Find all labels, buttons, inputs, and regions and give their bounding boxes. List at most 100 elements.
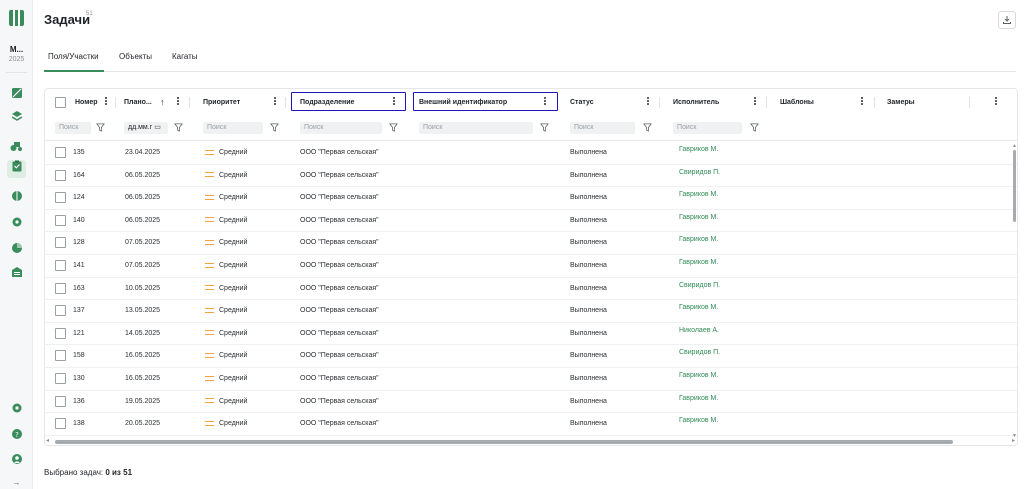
table-row[interactable]: 135 23.04.2025 Средний ООО "Первая сельская… [45, 139, 1017, 165]
leaf-icon[interactable] [10, 190, 23, 203]
tab-kagaty[interactable]: Кагаты [172, 52, 198, 61]
cell-assignee[interactable]: Гавриков М. [679, 410, 718, 432]
column-menu-icon[interactable] [860, 97, 864, 107]
column-resizer[interactable] [115, 97, 116, 108]
warehouse-icon[interactable] [10, 266, 23, 279]
scroll-left-arrow-icon[interactable]: ◂ [46, 437, 49, 444]
column-header-assignee[interactable]: Исполнитель [673, 89, 719, 115]
pie-chart-icon[interactable] [10, 242, 23, 255]
row-checkbox[interactable] [55, 282, 66, 294]
column-resizer[interactable] [969, 97, 970, 108]
sort-ascending-icon[interactable]: ↑ [160, 89, 165, 115]
scroll-up-arrow-icon[interactable]: ▲ [1012, 143, 1017, 149]
expand-icon[interactable]: → [10, 478, 23, 489]
filter-date-input[interactable]: дд.мм.г ▭ [124, 122, 168, 134]
table-row[interactable]: 163 10.05.2025 Средний ООО "Первая сельская… [45, 275, 1017, 301]
filter-icon[interactable] [643, 123, 652, 132]
cell-assignee[interactable]: Гавриков М. [679, 139, 718, 161]
row-checkbox[interactable] [55, 305, 66, 317]
tab-fields[interactable]: Поля/Участки [48, 52, 99, 61]
app-logo-icon[interactable] [9, 10, 24, 26]
table-row[interactable]: 164 06.05.2025 Средний ООО "Первая сельская… [45, 162, 1017, 188]
cell-assignee[interactable]: Свиридов П. [679, 275, 720, 297]
cell-assignee[interactable]: Гавриков М. [679, 207, 718, 229]
tasks-icon[interactable] [7, 160, 26, 178]
cell-assignee[interactable]: Гавриков М. [679, 297, 718, 319]
cell-assignee[interactable]: Гавриков М. [679, 252, 718, 274]
filter-icon[interactable] [540, 123, 549, 132]
table-row[interactable]: 128 07.05.2025 Средний ООО "Первая сельская… [45, 229, 1017, 255]
table-row[interactable]: 141 07.05.2025 Средний ООО "Первая сельская… [45, 252, 1017, 278]
filter-icon[interactable] [96, 123, 105, 132]
calendar-icon[interactable]: ▭ [154, 124, 161, 131]
cell-assignee[interactable]: Гавриков М. [679, 229, 718, 251]
table-row[interactable]: 124 06.05.2025 Средний ООО "Первая сельская… [45, 184, 1017, 210]
row-checkbox[interactable] [55, 327, 66, 339]
scroll-right-arrow-icon[interactable]: ▸ [1012, 437, 1015, 444]
row-checkbox[interactable] [55, 192, 66, 204]
filter-icon[interactable] [389, 123, 398, 132]
column-menu-icon[interactable] [994, 97, 998, 107]
filter-external-id-input[interactable]: Поиск [419, 122, 533, 134]
row-checkbox[interactable] [55, 350, 66, 362]
column-header-measurements[interactable]: Замеры [887, 89, 915, 115]
fields-icon[interactable] [10, 87, 23, 100]
column-menu-icon[interactable] [646, 97, 650, 107]
row-checkbox[interactable] [55, 395, 66, 407]
gear-icon[interactable] [10, 216, 23, 229]
column-header-division[interactable]: Подразделение [300, 89, 354, 115]
filter-number-input[interactable]: Поиск [55, 122, 91, 134]
table-row[interactable]: 121 14.05.2025 Средний ООО "Первая сельская… [45, 320, 1017, 346]
column-header-planned[interactable]: Плано... [124, 89, 152, 115]
row-checkbox[interactable] [55, 214, 66, 226]
column-header-templates[interactable]: Шаблоны [780, 89, 814, 115]
select-all-checkbox[interactable] [55, 97, 66, 108]
horizontal-scrollbar[interactable] [55, 440, 953, 444]
user-icon[interactable] [10, 453, 23, 466]
cell-assignee[interactable]: Гавриков М. [679, 184, 718, 206]
table-row[interactable]: 136 19.05.2025 Средний ООО "Первая сельская… [45, 388, 1017, 414]
row-checkbox[interactable] [55, 147, 66, 158]
column-menu-icon[interactable] [176, 97, 180, 107]
column-header-number[interactable]: Номер [75, 89, 98, 115]
cell-assignee[interactable]: Николаев А. [679, 320, 719, 342]
filter-icon[interactable] [750, 123, 759, 132]
organization-switcher[interactable]: М... 2025 [0, 44, 33, 65]
column-menu-icon[interactable] [273, 97, 277, 107]
cell-assignee[interactable]: Свиридов П. [679, 162, 720, 184]
filter-priority-input[interactable]: Поиск [203, 122, 263, 134]
vertical-scrollbar[interactable] [1013, 150, 1016, 222]
table-row[interactable]: 138 20.05.2025 Средний ООО "Первая сельская… [45, 410, 1017, 436]
column-menu-icon[interactable] [104, 97, 108, 107]
filter-icon[interactable] [270, 123, 279, 132]
row-checkbox[interactable] [55, 260, 66, 271]
column-menu-icon[interactable] [392, 97, 396, 107]
column-menu-icon[interactable] [753, 97, 757, 107]
column-header-status[interactable]: Статус [570, 89, 594, 115]
cell-assignee[interactable]: Свиридов П. [679, 342, 720, 364]
machinery-icon[interactable] [10, 140, 23, 153]
column-resizer[interactable] [189, 97, 190, 108]
row-checkbox[interactable] [55, 237, 66, 249]
cell-assignee[interactable]: Гавриков М. [679, 365, 718, 387]
filter-icon[interactable] [174, 123, 183, 132]
table-row[interactable]: 137 13.05.2025 Средний ООО "Первая сельская… [45, 297, 1017, 323]
row-checkbox[interactable] [55, 169, 66, 181]
row-checkbox[interactable] [55, 418, 66, 430]
row-checkbox[interactable] [55, 373, 66, 384]
cell-assignee[interactable]: Гавриков М. [679, 388, 718, 410]
filter-status-input[interactable]: Поиск [570, 122, 635, 134]
column-resizer[interactable] [659, 97, 660, 108]
tab-objects[interactable]: Объекты [119, 52, 152, 61]
table-row[interactable]: 140 06.05.2025 Средний ООО "Первая сельская… [45, 207, 1017, 233]
filter-division-input[interactable]: Поиск [300, 122, 382, 134]
filter-assignee-input[interactable]: Поиск [673, 122, 742, 134]
settings-icon[interactable] [10, 402, 23, 415]
column-header-external-id[interactable]: Внешний идентификатор [419, 89, 507, 115]
layers-icon[interactable] [10, 110, 23, 123]
column-resizer[interactable] [766, 97, 767, 108]
column-resizer[interactable] [285, 97, 286, 108]
download-button[interactable] [998, 11, 1016, 29]
column-header-priority[interactable]: Приоритет [203, 89, 240, 115]
table-row[interactable]: 130 16.05.2025 Средний ООО "Первая сельская… [45, 365, 1017, 391]
